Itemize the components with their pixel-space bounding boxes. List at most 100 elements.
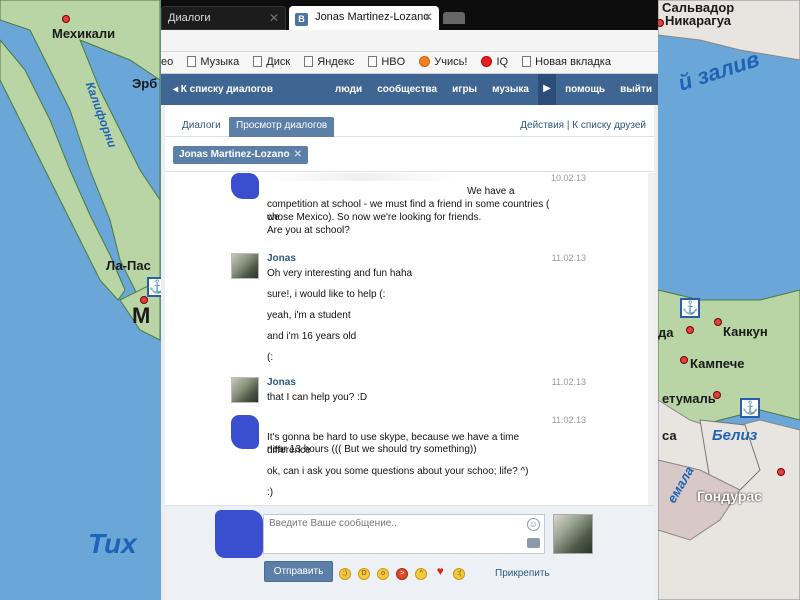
close-icon[interactable]: ✕ bbox=[423, 10, 433, 24]
bookmark[interactable]: IQ bbox=[481, 56, 508, 68]
peer-chip[interactable]: Jonas Martinez-Lozano ✕ bbox=[173, 146, 308, 164]
message-text: yeah, i'm a student bbox=[267, 310, 351, 321]
uchis-icon bbox=[419, 56, 431, 67]
attach-link[interactable]: Прикрепить bbox=[495, 568, 550, 579]
bookmark[interactable]: ео bbox=[161, 56, 173, 68]
map-label-m: М bbox=[132, 303, 151, 328]
message-text: Oh very interesting and fun haha bbox=[267, 268, 413, 279]
close-icon[interactable]: ✕ bbox=[294, 149, 302, 160]
message-text: near 13 hours ((( But we should try some… bbox=[267, 444, 477, 455]
message-date: 11.02.13 bbox=[551, 253, 586, 263]
map-label-nicaragua: Никарагуа bbox=[665, 13, 731, 28]
camera-icon[interactable] bbox=[527, 538, 540, 548]
message-date: 10.02.13 bbox=[550, 173, 586, 183]
nav-help[interactable]: помощь bbox=[559, 74, 611, 105]
sub-tabs: Диалоги Просмотр диалогов Действия | К с… bbox=[165, 115, 654, 137]
bookmark-label: IQ bbox=[496, 56, 509, 68]
vk-icon: B bbox=[295, 13, 308, 26]
city-dot bbox=[714, 318, 722, 326]
page-icon bbox=[522, 56, 532, 67]
page-icon bbox=[253, 56, 263, 67]
anchor-icon: ⚓ bbox=[740, 398, 760, 418]
peer-name: Jonas Martinez-Lozano bbox=[179, 149, 290, 160]
message-history[interactable]: 10.02.13 We have a competition at school… bbox=[165, 173, 654, 505]
avatar[interactable] bbox=[231, 253, 259, 279]
city-dot bbox=[680, 356, 688, 364]
nav-games[interactable]: игры bbox=[446, 74, 483, 105]
peer-avatar[interactable] bbox=[553, 514, 593, 554]
message-text: ok, can i ask you some questions about y… bbox=[267, 466, 529, 477]
bookmark[interactable]: Учись! bbox=[419, 56, 467, 68]
map-label-chetumal: етумаль bbox=[662, 391, 716, 406]
bookmark-label: Учись! bbox=[434, 56, 468, 68]
message-date: 11.02.13 bbox=[551, 415, 586, 425]
message-text: We have a bbox=[467, 186, 515, 197]
bookmark[interactable]: Новая вкладка bbox=[522, 56, 611, 68]
tab-bar: Диалоги ✕ B Jonas Martinez-Lozano ✕ bbox=[161, 0, 658, 30]
grin-emoji-icon[interactable]: D bbox=[358, 568, 371, 580]
map-label-tikh: Тих bbox=[88, 528, 137, 559]
message-text: sure!, i would like to help (: bbox=[267, 289, 386, 300]
message-author[interactable]: Jonas bbox=[267, 253, 296, 264]
avatar[interactable] bbox=[231, 173, 259, 199]
tab-label: Диалоги bbox=[168, 12, 211, 24]
tab-jonas[interactable]: B Jonas Martinez-Lozano ✕ bbox=[289, 6, 439, 30]
message-text: (: bbox=[267, 352, 274, 363]
close-icon[interactable]: ✕ bbox=[269, 11, 279, 25]
city-dot bbox=[686, 326, 694, 334]
bookmark[interactable]: Яндекс bbox=[304, 56, 354, 68]
bookmark-label: Новая вкладка bbox=[535, 56, 611, 68]
nav-people[interactable]: люди bbox=[329, 74, 368, 105]
map-label-la-pas: Ла-Пас bbox=[106, 258, 151, 273]
lol-emoji-icon[interactable]: o bbox=[377, 568, 390, 580]
nav-logout[interactable]: выйти bbox=[614, 74, 658, 105]
bookmark[interactable]: HBO bbox=[368, 56, 405, 68]
avatar[interactable] bbox=[231, 415, 259, 449]
worried-emoji-icon[interactable]: :( bbox=[453, 568, 466, 580]
actions-links[interactable]: Действия | К списку друзей bbox=[520, 120, 646, 131]
nav-communities[interactable]: сообщества bbox=[371, 74, 443, 105]
iq-icon bbox=[481, 56, 493, 67]
bookmark-label: HBO bbox=[381, 56, 406, 68]
map-label-da: да bbox=[658, 325, 674, 340]
bookmark-label: Диск bbox=[266, 56, 291, 68]
tab-dialogs-list[interactable]: Диалоги bbox=[175, 117, 228, 137]
map-label-erb: Эрб bbox=[132, 76, 158, 91]
page-icon bbox=[304, 56, 314, 67]
play-arrow-icon[interactable]: ▶ bbox=[538, 74, 556, 105]
bookmark[interactable]: Диск bbox=[253, 56, 290, 68]
message-text: :) bbox=[267, 487, 274, 498]
new-tab-button[interactable] bbox=[443, 12, 465, 24]
message-input[interactable] bbox=[263, 514, 545, 554]
wink-emoji-icon[interactable]: ;) bbox=[339, 568, 351, 580]
vk-header: ◂ К списку диалогов люди сообщества игры… bbox=[161, 74, 658, 105]
page-icon bbox=[368, 56, 378, 67]
map-label-honduras: Гондурас bbox=[697, 488, 763, 504]
tab-label: Jonas Martinez-Lozano bbox=[315, 11, 430, 23]
scrollbar[interactable] bbox=[648, 173, 654, 505]
heart-icon[interactable]: ♥ bbox=[434, 565, 446, 577]
address-bar[interactable] bbox=[161, 30, 658, 52]
tab-dialogs[interactable]: Диалоги ✕ bbox=[161, 6, 286, 30]
laugh-emoji-icon[interactable]: ^ bbox=[415, 568, 428, 580]
smile-icon[interactable]: ☺ bbox=[527, 518, 540, 531]
angry-emoji-icon[interactable]: > bbox=[396, 568, 409, 580]
tab-view-dialogs[interactable]: Просмотр диалогов bbox=[229, 117, 335, 137]
emoji-bar: ;) D o > ^ ♥ :( bbox=[339, 565, 469, 580]
bookmark-label: Яндекс bbox=[317, 56, 355, 68]
message-text: that I can help you? :D bbox=[267, 392, 368, 403]
message-author[interactable]: Jonas bbox=[267, 377, 296, 388]
bookmarks-bar: ео Музыка Диск Яндекс HBO Учись! IQ Нова… bbox=[161, 52, 658, 74]
message-text: chose Mexico). So now we're looking for … bbox=[267, 212, 482, 223]
nav-music[interactable]: музыка bbox=[486, 74, 535, 105]
send-button[interactable]: Отправить bbox=[264, 561, 333, 582]
map-label-sa: са bbox=[662, 428, 677, 443]
back-to-dialogs-link[interactable]: ◂ К списку диалогов bbox=[173, 84, 273, 95]
bookmark-label: Музыка bbox=[200, 56, 240, 68]
my-avatar bbox=[215, 510, 263, 558]
avatar[interactable] bbox=[231, 377, 259, 403]
message-date: 11.02.13 bbox=[551, 377, 586, 387]
map-label-campeche: Кампече bbox=[690, 356, 745, 371]
browser-window: Диалоги ✕ B Jonas Martinez-Lozano ✕ ео М… bbox=[161, 0, 658, 600]
bookmark[interactable]: Музыка bbox=[187, 56, 239, 68]
